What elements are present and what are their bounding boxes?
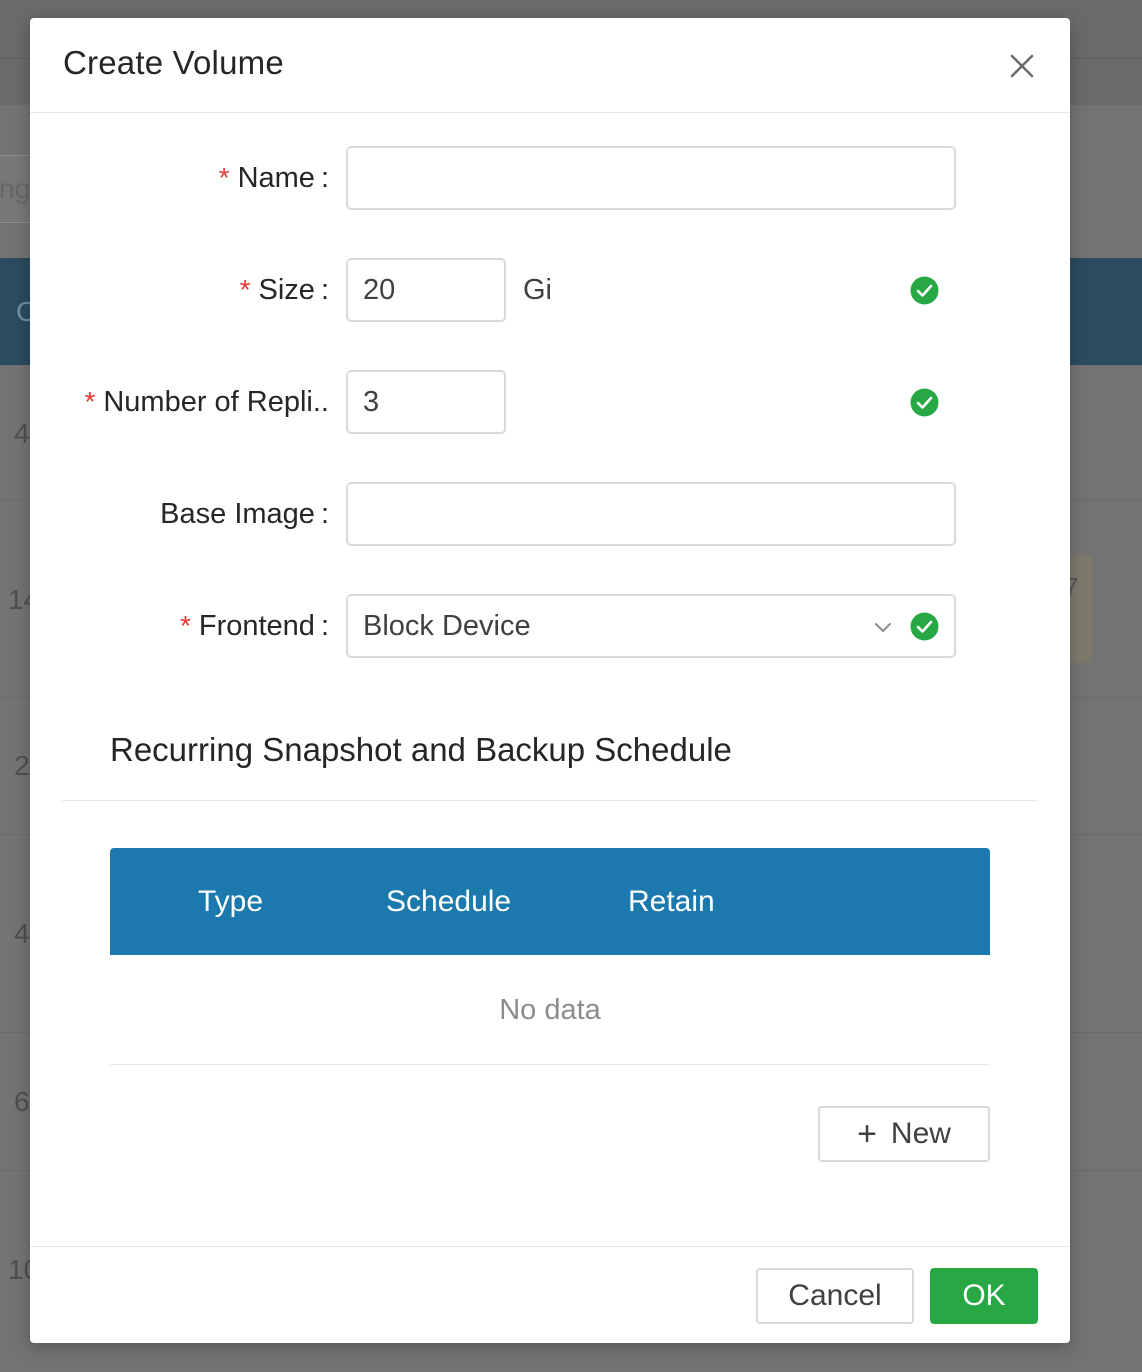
frontend-label-text: Frontend — [198, 610, 315, 642]
name-label-text: Name — [237, 162, 315, 194]
frontend-selected-value: Block Device — [363, 610, 531, 642]
close-icon — [1010, 54, 1034, 78]
background-cell: 4 — [14, 418, 30, 449]
background-cell: 2 — [14, 750, 30, 781]
size-label-text: Size — [258, 274, 315, 306]
frontend-label: * Frontend: — [180, 595, 329, 657]
required-mark: * — [218, 162, 230, 193]
background-cell: 4 — [14, 918, 30, 949]
check-circle-icon — [910, 388, 939, 417]
background-cell: 6 — [14, 1086, 30, 1117]
base-image-label-text: Base Image — [160, 498, 315, 530]
required-mark: * — [239, 274, 251, 305]
frontend-select[interactable]: Block Device — [346, 594, 956, 658]
new-schedule-button[interactable]: + New — [818, 1106, 990, 1162]
required-mark: * — [179, 610, 191, 641]
label-colon: : — [320, 162, 329, 194]
schedule-section-title: Recurring Snapshot and Backup Schedule — [110, 731, 732, 768]
create-volume-dialog: Create Volume * Name: * Size: 20 Gi * Numbe… — [30, 18, 1070, 1343]
dialog-title: Create Volume — [63, 44, 284, 81]
label-colon: : — [320, 274, 329, 306]
check-circle-icon — [910, 612, 939, 641]
required-mark: * — [84, 386, 96, 417]
size-input[interactable]: 20 — [346, 258, 506, 322]
name-input[interactable] — [346, 146, 956, 210]
size-unit: Gi — [523, 274, 552, 306]
cancel-button[interactable]: Cancel — [756, 1268, 914, 1324]
name-label: * Name: — [219, 147, 329, 209]
label-colon: : — [320, 498, 329, 530]
column-header-retain: Retain — [628, 885, 715, 918]
dialog-header: Create Volume — [30, 18, 1070, 113]
replicas-label: * Number of Repli.. — [84, 371, 329, 433]
new-button-label: New — [890, 1117, 951, 1150]
empty-table-placeholder: No data — [110, 956, 990, 1065]
plus-icon: + — [857, 1115, 877, 1153]
ok-button[interactable]: OK — [930, 1268, 1038, 1324]
section-divider — [62, 800, 1038, 801]
column-header-type: Type — [198, 885, 264, 918]
schedule-table-header: Type Schedule Retain — [110, 848, 990, 955]
size-label: * Size: — [240, 259, 329, 321]
chevron-down-icon[interactable] — [873, 622, 893, 634]
check-circle-icon — [910, 276, 939, 305]
base-image-label: Base Image: — [160, 483, 329, 545]
dialog-footer-divider — [30, 1246, 1070, 1247]
replicas-input[interactable]: 3 — [346, 370, 506, 434]
close-button[interactable] — [1002, 46, 1042, 86]
base-image-input[interactable] — [346, 482, 956, 546]
replicas-label-text: Number of Repli.. — [103, 386, 329, 418]
column-header-schedule: Schedule — [386, 885, 512, 918]
label-colon: : — [320, 610, 329, 642]
